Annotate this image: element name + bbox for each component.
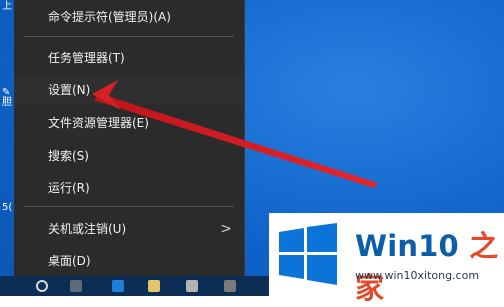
- menu-item-search[interactable]: 搜索(S): [14, 141, 244, 171]
- task-view-icon[interactable]: [70, 280, 82, 292]
- menu-item-cmd-admin[interactable]: 命令提示符(管理员)(A): [14, 2, 244, 32]
- menu-divider: [24, 36, 234, 37]
- menu-item-task-manager[interactable]: 任务管理器(T): [14, 43, 244, 73]
- menu-item-desktop[interactable]: 桌面(D): [14, 246, 244, 276]
- explorer-icon[interactable]: [148, 280, 160, 292]
- app-icon[interactable]: [224, 280, 236, 292]
- cortana-icon[interactable]: [36, 280, 48, 292]
- menu-item-file-explorer[interactable]: 文件资源管理器(E): [14, 108, 244, 138]
- menu-divider: [24, 206, 234, 207]
- chevron-right-icon: >: [220, 221, 232, 237]
- desktop-left-edge: 上 ✎ 胆 5( ⊞: [2, 1, 13, 294]
- edge-icon[interactable]: [112, 280, 124, 292]
- windows-logo-icon: [279, 223, 337, 285]
- menu-item-shutdown[interactable]: 关机或注销(U) >: [14, 214, 244, 244]
- watermark-brand: Win10 之家 www.win10xitong.com: [269, 213, 504, 305]
- brand-name-main: Win10: [355, 229, 459, 263]
- menu-item-run[interactable]: 运行(R): [14, 173, 244, 203]
- menu-item-settings[interactable]: 设置(N): [14, 75, 244, 105]
- winx-context-menu: 命令提示符(管理员)(A) 任务管理器(T) 设置(N) 文件资源管理器(E) …: [14, 0, 245, 276]
- store-icon[interactable]: [186, 280, 198, 292]
- brand-name: Win10 之家: [355, 223, 504, 307]
- brand-url: www.win10xitong.com: [355, 269, 480, 282]
- menu-item-shutdown-label: 关机或注销(U): [48, 222, 127, 236]
